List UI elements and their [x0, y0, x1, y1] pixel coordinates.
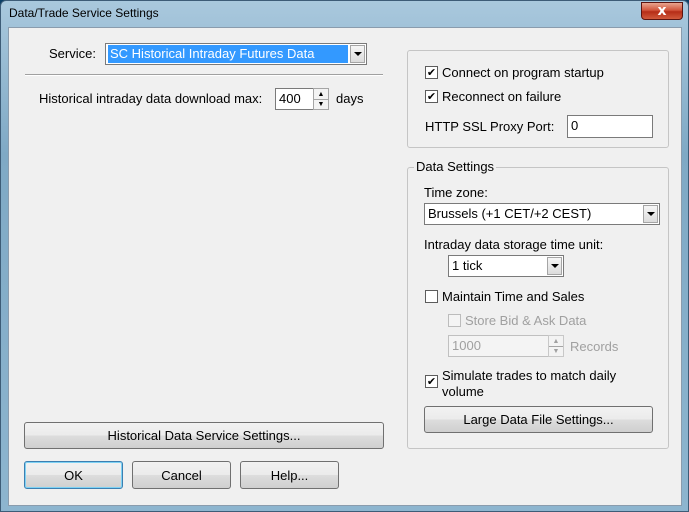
storage-unit-label: Intraday data storage time unit: — [424, 237, 604, 252]
simulate-trades-label-line1: Simulate trades to match daily — [442, 368, 617, 383]
records-label: Records — [570, 339, 619, 354]
check-icon: ✔ — [426, 375, 437, 388]
dialog-window: Data/Trade Service Settings x Service: S… — [0, 0, 689, 512]
time-zone-label: Time zone: — [424, 185, 488, 200]
reconnect-failure-label: Reconnect on failure — [442, 89, 562, 104]
records-spinner[interactable]: ▲ ▼ — [548, 335, 564, 357]
maintain-time-sales-checkbox[interactable] — [425, 290, 438, 303]
storage-unit-selected-value: 1 tick — [452, 258, 483, 273]
check-icon: ✔ — [426, 90, 437, 103]
ok-button[interactable]: OK — [24, 461, 123, 489]
simulate-trades-label-line2: volume — [442, 384, 484, 399]
download-unit-label: days — [336, 91, 364, 106]
connect-startup-checkbox[interactable]: ✔ — [425, 66, 438, 79]
large-data-file-settings-button[interactable]: Large Data File Settings... — [424, 406, 653, 433]
download-max-label: Historical intraday data download max: — [39, 91, 263, 106]
historical-data-service-settings-button[interactable]: Historical Data Service Settings... — [24, 422, 384, 449]
close-icon: x — [657, 3, 667, 19]
proxy-port-label: HTTP SSL Proxy Port: — [425, 119, 555, 134]
title-bar[interactable]: Data/Trade Service Settings x — [1, 1, 688, 27]
service-divider — [25, 74, 383, 76]
download-max-input[interactable]: 400 — [275, 88, 314, 110]
records-value: 1000 — [452, 338, 481, 353]
help-button[interactable]: Help... — [240, 461, 339, 489]
chevron-down-icon[interactable] — [547, 257, 562, 275]
dialog-client-area: Service: SC Historical Intraday Futures … — [8, 27, 682, 506]
maintain-time-sales-label: Maintain Time and Sales — [442, 289, 585, 304]
records-input[interactable]: 1000 — [448, 335, 549, 357]
window-title: Data/Trade Service Settings — [9, 6, 159, 20]
spin-up-icon[interactable]: ▲ — [314, 89, 328, 99]
chevron-down-icon[interactable] — [350, 45, 365, 63]
proxy-port-value: 0 — [571, 118, 579, 133]
data-settings-caption: Data Settings — [414, 159, 497, 174]
time-zone-dropdown[interactable]: Brussels (+1 CET/+2 CEST) — [424, 203, 660, 225]
spin-down-icon[interactable]: ▼ — [314, 99, 328, 109]
spin-up-icon[interactable]: ▲ — [549, 336, 563, 346]
check-icon: ✔ — [426, 66, 437, 79]
service-selected-value: SC Historical Intraday Futures Data — [108, 45, 348, 63]
download-max-value: 400 — [279, 91, 301, 106]
time-zone-selected-value: Brussels (+1 CET/+2 CEST) — [428, 206, 592, 221]
cancel-button[interactable]: Cancel — [132, 461, 231, 489]
store-bid-ask-checkbox[interactable] — [448, 314, 461, 327]
reconnect-failure-checkbox[interactable]: ✔ — [425, 90, 438, 103]
simulate-trades-checkbox[interactable]: ✔ — [425, 375, 438, 388]
chevron-down-icon[interactable] — [643, 205, 658, 223]
spin-down-icon[interactable]: ▼ — [549, 346, 563, 356]
connect-startup-label: Connect on program startup — [442, 65, 604, 80]
store-bid-ask-label: Store Bid & Ask Data — [465, 313, 587, 328]
service-label: Service: — [49, 46, 96, 61]
storage-unit-dropdown[interactable]: 1 tick — [448, 255, 564, 277]
proxy-port-input[interactable]: 0 — [567, 115, 653, 138]
service-dropdown[interactable]: SC Historical Intraday Futures Data — [105, 43, 367, 65]
download-max-spinner[interactable]: ▲ ▼ — [313, 88, 329, 110]
close-button[interactable]: x — [641, 2, 683, 20]
